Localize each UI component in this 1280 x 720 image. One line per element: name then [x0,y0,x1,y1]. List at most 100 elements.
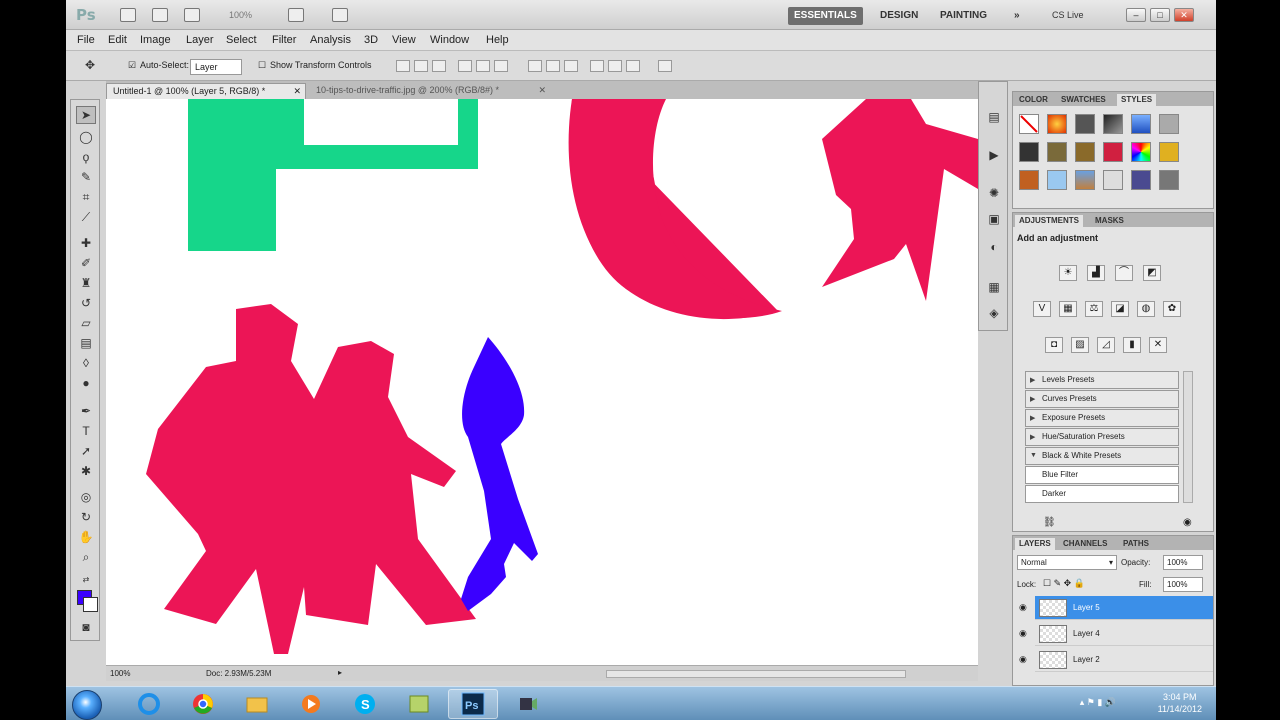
layer-row[interactable]: Layer 4 [1035,622,1213,646]
panel-options-icon[interactable]: ◉ [1183,517,1192,528]
visibility-eye-icon[interactable]: ◉ [1019,602,1031,612]
history-brush-tool-icon[interactable]: ↺ [76,294,96,312]
menu-filter[interactable]: Filter [272,34,296,46]
close-button[interactable]: ✕ [1174,8,1194,22]
align-hcenter-icon[interactable] [476,60,490,72]
tab-adjustments[interactable]: ADJUSTMENTS [1015,215,1084,227]
menu-select[interactable]: Select [226,34,257,46]
threshold-icon[interactable]: ◿ [1097,337,1115,353]
distribute-left-icon[interactable] [590,60,604,72]
status-zoom[interactable]: 100% [110,669,130,678]
clone-source-panel-icon[interactable]: ▦ [985,280,1003,296]
background-color-swatch[interactable] [83,597,98,612]
screen-mode-icon[interactable] [332,8,348,22]
posterize-icon[interactable]: ▨ [1071,337,1089,353]
maximize-button[interactable]: □ [1150,8,1170,22]
eraser-tool-icon[interactable]: ▱ [76,314,96,332]
close-tab-icon[interactable]: ✕ [293,86,301,97]
workspace-more[interactable]: » [1008,7,1026,25]
brush-presets-panel-icon[interactable]: ◈ [985,306,1003,322]
internet-explorer-icon[interactable] [124,689,174,719]
eyedropper-tool-icon[interactable]: ⟋ [76,208,96,226]
style-swatch[interactable] [1159,114,1179,134]
exposure-icon[interactable]: ◩ [1143,265,1161,281]
system-tray-icons[interactable]: ▴ ⚑ ▮ 🔊 [1080,697,1116,708]
workspace-painting[interactable]: PAINTING [934,7,993,25]
color-balance-icon[interactable]: ⚖ [1085,301,1103,317]
align-right-icon[interactable] [494,60,508,72]
align-vcenter-icon[interactable] [414,60,428,72]
move-tool-icon[interactable]: ➤ [76,106,96,124]
distribute-top-icon[interactable] [528,60,542,72]
path-selection-tool-icon[interactable]: ➚ [76,442,96,460]
style-swatch[interactable] [1047,114,1067,134]
style-swatch[interactable] [1103,170,1123,190]
tab-styles[interactable]: STYLES [1117,94,1157,106]
menu-analysis[interactable]: Analysis [310,34,351,46]
menu-3d[interactable]: 3D [364,34,378,46]
auto-select-checkbox[interactable]: ☑ [128,60,136,71]
presets-scrollbar[interactable] [1183,371,1193,503]
preset-curves[interactable]: ▶ Curves Presets [1025,390,1179,408]
cs-live-button[interactable]: CS Live [1046,7,1090,25]
tab-10-tips[interactable]: 10-tips-to-drive-traffic.jpg @ 200% (RGB… [310,83,550,99]
blur-tool-icon[interactable]: ◊ [76,354,96,372]
tab-channels[interactable]: CHANNELS [1059,538,1111,550]
selective-color-icon[interactable]: ✕ [1149,337,1167,353]
align-left-icon[interactable] [458,60,472,72]
distribute-vcenter-icon[interactable] [546,60,560,72]
explorer-icon[interactable] [232,689,282,719]
horizontal-scrollbar[interactable] [606,670,906,678]
hand-tool-icon[interactable]: ✋ [76,528,96,546]
navigator-panel-icon[interactable]: ▣ [985,212,1003,228]
quick-select-tool-icon[interactable]: ✎ [76,168,96,186]
clone-stamp-tool-icon[interactable]: ♜ [76,274,96,292]
gradient-tool-icon[interactable]: ▤ [76,334,96,352]
3d-orbit-tool-icon[interactable]: ↻ [76,508,96,526]
visibility-eye-icon[interactable]: ◉ [1019,654,1031,664]
menu-help[interactable]: Help [486,34,509,46]
notes-icon[interactable] [394,689,444,719]
pen-tool-icon[interactable]: ✒ [76,402,96,420]
gradient-map-icon[interactable]: ▮ [1123,337,1141,353]
layer-row[interactable]: Layer 5 [1035,596,1213,620]
photoshop-taskbar-icon[interactable]: Ps [448,689,498,719]
arrange-documents-icon[interactable] [288,8,304,22]
3d-rotate-tool-icon[interactable]: ◎ [76,488,96,506]
blend-mode-dropdown[interactable]: Normal ▾ [1017,555,1117,570]
bridge-icon[interactable] [120,8,136,22]
menu-layer[interactable]: Layer [186,34,214,46]
align-top-icon[interactable] [396,60,410,72]
style-swatch[interactable] [1075,142,1095,162]
preset-black-white[interactable]: ▼ Black & White Presets [1025,447,1179,465]
tab-masks[interactable]: MASKS [1091,215,1128,227]
style-swatch[interactable] [1103,142,1123,162]
distribute-bottom-icon[interactable] [564,60,578,72]
opacity-field[interactable]: 100% [1163,555,1203,570]
fill-field[interactable]: 100% [1163,577,1203,592]
recorder-icon[interactable] [502,689,552,719]
crop-tool-icon[interactable]: ⌗ [76,188,96,206]
info-panel-icon[interactable]: ◐ [985,240,1003,256]
lasso-tool-icon[interactable]: ϙ [76,148,96,166]
visibility-eye-icon[interactable]: ◉ [1019,628,1031,638]
menu-window[interactable]: Window [430,34,469,46]
skype-icon[interactable]: S [340,689,390,719]
style-swatch[interactable] [1131,142,1151,162]
close-tab-icon[interactable]: ✕ [538,85,546,96]
tab-paths[interactable]: PATHS [1119,538,1153,550]
minimize-button[interactable]: – [1126,8,1146,22]
curves-icon[interactable]: ⌒ [1115,265,1133,281]
style-swatch[interactable] [1047,170,1067,190]
clip-to-layer-icon[interactable]: ⛓ [1043,517,1056,528]
lock-icons[interactable]: ☐ ✎ ✥ 🔒 [1043,578,1085,589]
brush-tool-icon[interactable]: ✐ [76,254,96,272]
levels-icon[interactable]: ▟ [1087,265,1105,281]
distribute-hcenter-icon[interactable] [608,60,622,72]
style-swatch[interactable] [1103,114,1123,134]
menu-file[interactable]: File [77,34,95,46]
style-swatch[interactable] [1075,114,1095,134]
auto-align-icon[interactable] [658,60,672,72]
style-swatch[interactable] [1047,142,1067,162]
tab-untitled-1[interactable]: Untitled-1 @ 100% (Layer 5, RGB/8) * ✕ [106,83,306,99]
